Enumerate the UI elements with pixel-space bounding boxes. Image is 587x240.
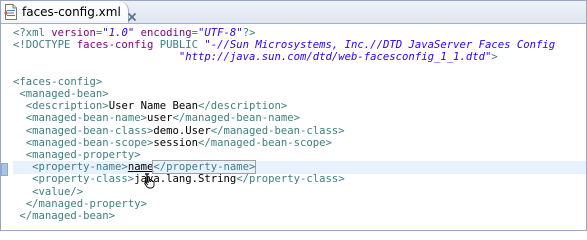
code-token: </managed-bean-scope> [197, 136, 332, 149]
code-token: ?> [242, 27, 256, 39]
code-line[interactable]: <value/> [13, 186, 586, 199]
code-token: <property-class> [32, 173, 135, 186]
tab-faces-config[interactable]: faces-config.xml [1, 1, 136, 23]
code-line[interactable]: <?xml version="1.0" encoding="UTF-8"?> [13, 27, 586, 40]
code-token: <value/> [32, 185, 84, 198]
code-line[interactable]: <managed-bean> [13, 88, 586, 101]
code-token: <managed-bean-name> [25, 112, 147, 125]
code-token: </description> [197, 100, 288, 113]
code-token: "1.0" [102, 27, 135, 39]
code-token: <managed-bean> [19, 88, 109, 100]
editor-window: faces-config.xml <?xml version="1.0" enc… [0, 0, 587, 231]
code-token: encoding [140, 27, 192, 39]
code-token: user [146, 112, 173, 125]
code-token: <managed-property> [25, 149, 141, 161]
code-line[interactable]: </managed-bean> [13, 210, 586, 223]
tab-title: faces-config.xml [22, 5, 121, 19]
close-icon[interactable] [127, 7, 137, 22]
text-cursor-hand-icon [142, 173, 156, 189]
xml-file-icon [4, 4, 18, 20]
code-line[interactable]: <faces-config> [13, 76, 586, 89]
code-token: <?xml [13, 27, 52, 39]
code-line[interactable]: </managed-property> [13, 198, 586, 211]
current-line-marker [1, 163, 8, 176]
code-token: </managed-property> [25, 197, 147, 210]
code-token: </property-class> [236, 173, 345, 186]
code-token: User Name Bean [108, 100, 198, 113]
code-token: version [51, 27, 96, 39]
code-line[interactable] [13, 64, 586, 77]
code-line[interactable]: <!DOCTYPE faces-config PUBLIC "-//Sun Mi… [13, 39, 586, 52]
code-token: </managed-bean-class> [210, 124, 345, 137]
code-token: "http://java.sun.com/dtd/web-facesconfig… [178, 51, 492, 64]
code-line[interactable]: "http://java.sun.com/dtd/web-facesconfig… [13, 51, 586, 64]
code-token: "UTF-8" [198, 27, 243, 39]
code-line[interactable]: <property-name>name</property-name> [13, 160, 586, 175]
xml-source-editor[interactable]: <?xml version="1.0" encoding="UTF-8"?> <!… [13, 24, 586, 230]
code-token: demo.User [153, 124, 211, 137]
code-token: </managed-bean> [19, 210, 116, 222]
code-line[interactable]: <managed-bean-class>demo.User</managed-b… [13, 125, 586, 138]
code-line[interactable]: <property-class>java.lang.String</proper… [13, 173, 586, 186]
code-token: "-//Sun Microsystems, Inc.//DTD JavaServ… [204, 39, 556, 52]
code-token: <property-name> [32, 161, 128, 174]
code-token: faces-config [76, 39, 160, 52]
code-line[interactable]: <managed-bean-scope>session</managed-bea… [13, 137, 586, 150]
code-line[interactable]: <description>User Name Bean</description… [13, 100, 586, 113]
code-token: <faces-config> [13, 75, 103, 88]
code-token: session [153, 136, 198, 149]
code-token: > [491, 51, 498, 64]
code-token: <managed-bean-scope> [25, 136, 154, 149]
code-line[interactable]: <managed-bean-name>user</managed-bean-na… [13, 112, 586, 125]
code-token: </managed-bean-name> [172, 112, 301, 125]
editor-gutter[interactable] [1, 24, 13, 230]
code-token: PUBLIC [159, 39, 205, 52]
code-token: name [127, 161, 154, 174]
code-token: <description> [25, 100, 109, 113]
code-token: </property-name> [152, 160, 257, 175]
code-token: <!DOCTYPE [13, 39, 77, 52]
tab-bar: faces-config.xml [1, 1, 586, 24]
code-token: <managed-bean-class> [25, 124, 154, 137]
